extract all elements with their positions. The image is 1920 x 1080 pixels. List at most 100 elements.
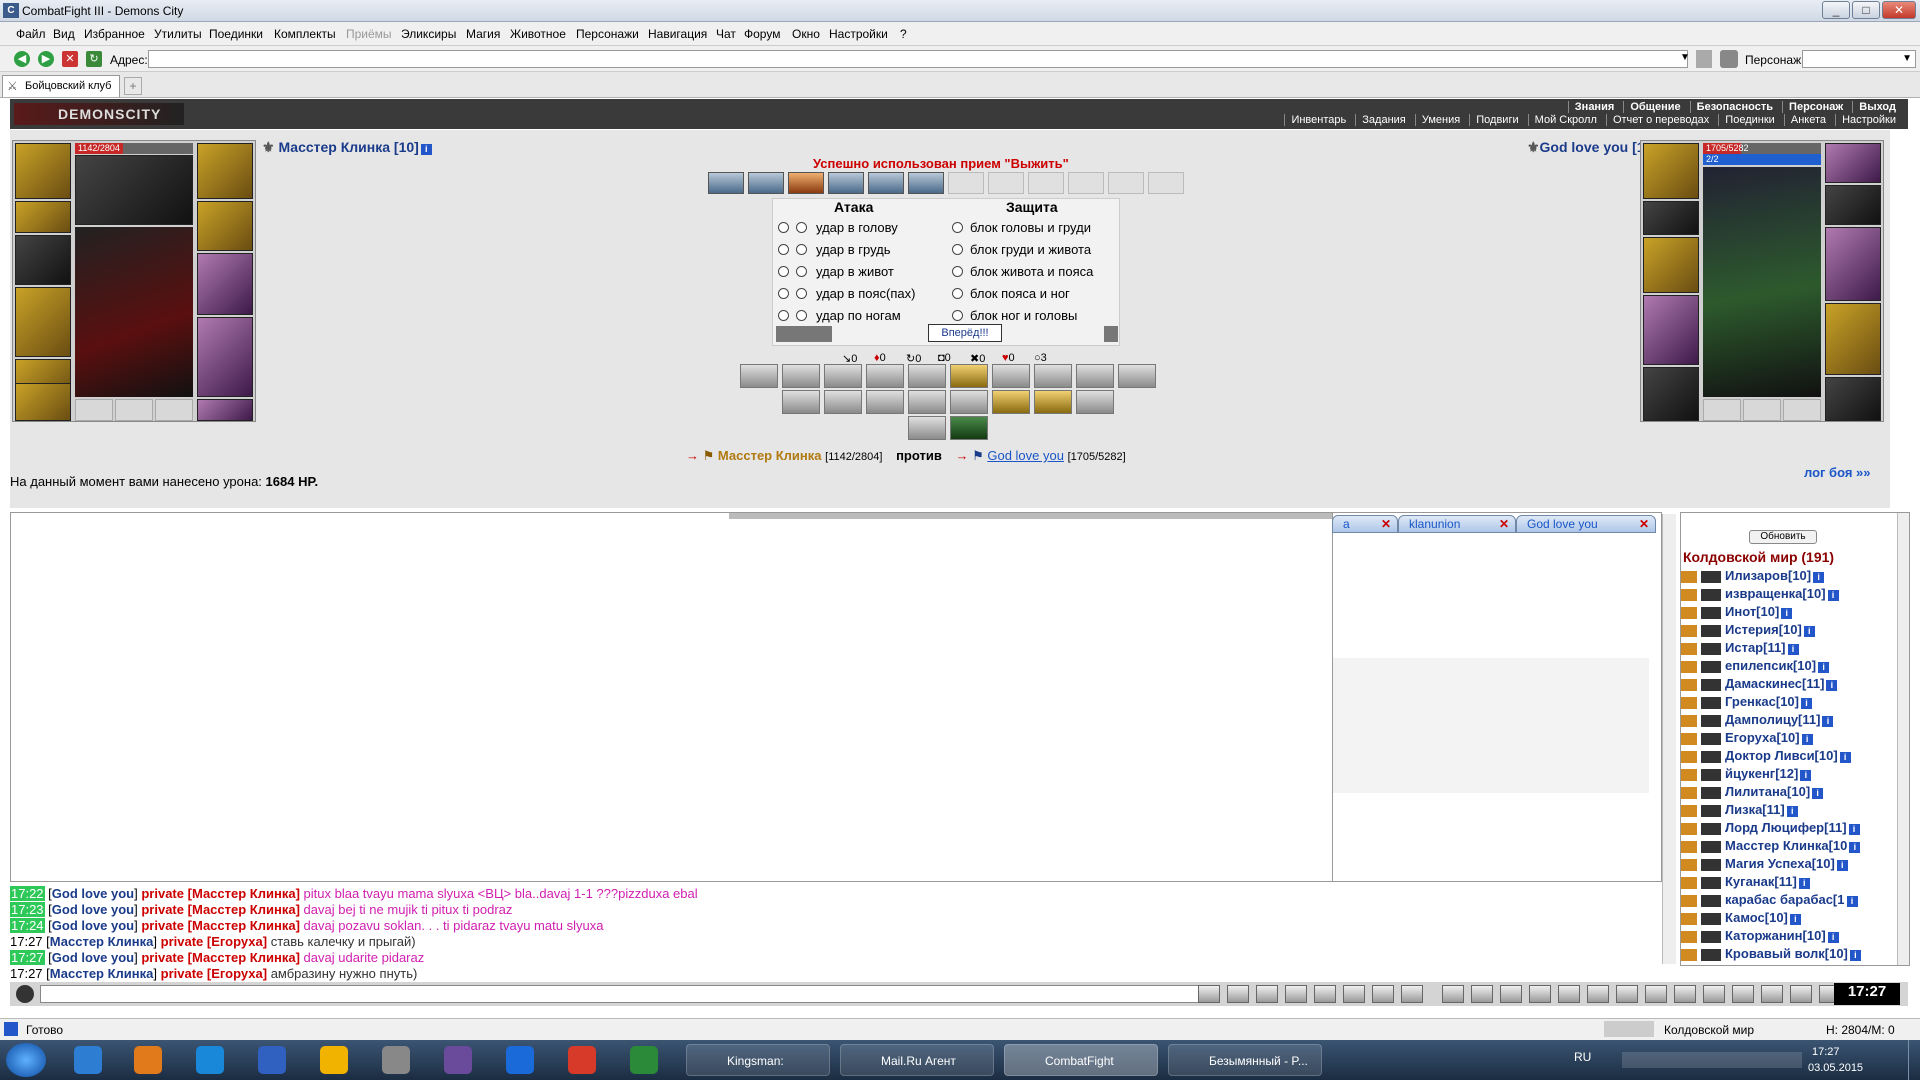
user-name[interactable]: Егоруха[10] [1725,730,1800,745]
message-time[interactable]: 17:27 [10,934,43,949]
user-name[interactable]: Дамполицу[11] [1725,712,1820,727]
block-option[interactable]: блок живота и пояса [970,264,1093,279]
menu-sets[interactable]: Комплекты [274,27,336,41]
computer-icon[interactable] [382,1046,410,1074]
channel-tab-klanunion[interactable]: klanunion ✕ [1398,515,1516,533]
toolbar-button[interactable] [1372,985,1394,1003]
user-name[interactable]: карабас барабас[1 [1725,892,1845,907]
info-icon[interactable]: i [1849,842,1861,853]
armor-slot[interactable] [15,287,71,357]
technique-slot[interactable] [1108,172,1144,194]
stop-icon[interactable]: ✕ [62,51,78,67]
skill-button[interactable] [866,364,904,388]
refresh-icon[interactable]: ↻ [86,51,102,67]
skill-button[interactable] [1076,364,1114,388]
user-name[interactable]: Дамаскинес[11] [1725,676,1824,691]
user-name[interactable]: Инот[10] [1725,604,1779,619]
skill-button[interactable] [1034,390,1072,414]
taskbar-app-combatfight[interactable]: CombatFight [1004,1044,1158,1076]
technique-slot[interactable] [868,172,904,194]
info-icon[interactable]: i [1786,806,1798,817]
minimize-button[interactable]: _ [1822,1,1850,19]
menu-chat[interactable]: Чат [716,27,736,41]
skill-button[interactable] [908,390,946,414]
technique-slot[interactable] [988,172,1024,194]
user-row[interactable]: йцукенг[12] i [1681,766,1812,782]
attack-radio-b[interactable] [796,288,807,299]
attack-radio-a[interactable] [778,222,789,233]
channel-tab-0[interactable]: a ✕ [1332,515,1398,533]
nav-deeds[interactable]: Подвиги [1469,114,1524,126]
refresh-button[interactable]: Обновить [1749,530,1817,544]
gloves-slot[interactable] [197,201,253,251]
attack-option[interactable]: удар в пояс(пах) [816,286,915,301]
info-icon[interactable]: i [1846,896,1858,907]
user-row[interactable]: Инот[10] i [1681,604,1793,620]
info-icon[interactable]: i [1812,788,1824,799]
boots-slot[interactable] [15,383,71,421]
attack-radio-b[interactable] [796,222,807,233]
taskbar-app-kingsman[interactable]: Kingsman: Секре... [686,1044,830,1076]
info-icon[interactable]: i [1787,644,1799,655]
user-row[interactable]: епилепсик[10] i [1681,658,1830,674]
game-logo[interactable]: DEMONSCITY [14,103,184,125]
user-row[interactable]: Лорд Люцифер[11] i [1681,820,1860,836]
technique-slot[interactable] [948,172,984,194]
attack-option[interactable]: удар в голову [816,220,898,235]
nav-transfer-report[interactable]: Отчет о переводах [1605,114,1715,126]
info-icon[interactable]: i [1818,662,1830,673]
skill-button[interactable] [908,364,946,388]
chat-input[interactable] [40,985,1206,1003]
close-icon[interactable]: ✕ [1381,516,1391,532]
block-radio[interactable] [952,266,963,277]
menu-window[interactable]: Окно [792,27,820,41]
skill-button[interactable] [782,364,820,388]
address-input[interactable] [148,50,1688,68]
helmet-slot[interactable] [15,143,71,199]
technique-slot[interactable] [1148,172,1184,194]
menu-magic[interactable]: Магия [466,27,500,41]
close-icon[interactable]: ✕ [1639,516,1649,532]
toolbar-button[interactable] [1500,985,1522,1003]
user-row[interactable]: Камос[10] i [1681,910,1801,926]
empty-slot[interactable] [115,399,153,421]
pet-slot[interactable] [197,399,253,421]
back-icon[interactable]: ◀ [14,51,30,67]
message-time[interactable]: 17:24 [10,918,45,933]
menu-forum[interactable]: Форум [744,27,780,41]
user-row[interactable]: Лилитана[10] i [1681,784,1824,800]
skill-button[interactable] [908,416,946,440]
message-nick[interactable]: God love you [52,918,134,933]
user-row[interactable]: Магия Успеха[10] i [1681,856,1848,872]
media-player-icon[interactable] [134,1046,162,1074]
user-name[interactable]: епилепсик[10] [1725,658,1816,673]
triangle-icon[interactable] [320,1046,348,1074]
weapon-slot[interactable] [15,235,71,285]
toolbar-button[interactable] [1790,985,1812,1003]
message-recipient[interactable]: Егоруха [211,934,262,949]
toolbar-button[interactable] [1343,985,1365,1003]
toolbar-button[interactable] [1587,985,1609,1003]
close-button[interactable]: ✕ [1882,1,1916,19]
taskbar-app-paint[interactable]: Безымянный - P... [1168,1044,1322,1076]
user-row[interactable]: Истерия[10] i [1681,622,1815,638]
info-icon[interactable]: i [1813,572,1825,583]
user-name[interactable]: извращенка[10] [1725,586,1826,601]
toolbar-button[interactable] [1401,985,1423,1003]
toolbar-button[interactable] [1471,985,1493,1003]
toolbar-button[interactable] [1314,985,1336,1003]
user-name[interactable]: Гренкас[10] [1725,694,1799,709]
user-name[interactable]: Доктор Ливси[10] [1725,748,1838,763]
disc-icon[interactable] [444,1046,472,1074]
toolbar-button[interactable] [1761,985,1783,1003]
user-name[interactable]: Лорд Люцифер[11] [1725,820,1847,835]
nav-my-scroll[interactable]: Мой Скролл [1527,114,1603,126]
technique-slot[interactable] [748,172,784,194]
attack-option[interactable]: удар по ногам [816,308,901,323]
fight-log-link[interactable]: лог боя »» [1804,465,1871,480]
empty-slot[interactable] [75,399,113,421]
message-nick[interactable]: Масстер Клинка [50,934,154,949]
attack-radio-a[interactable] [778,288,789,299]
explorer-icon[interactable] [74,1046,102,1074]
info-icon[interactable]: i [1826,680,1838,691]
